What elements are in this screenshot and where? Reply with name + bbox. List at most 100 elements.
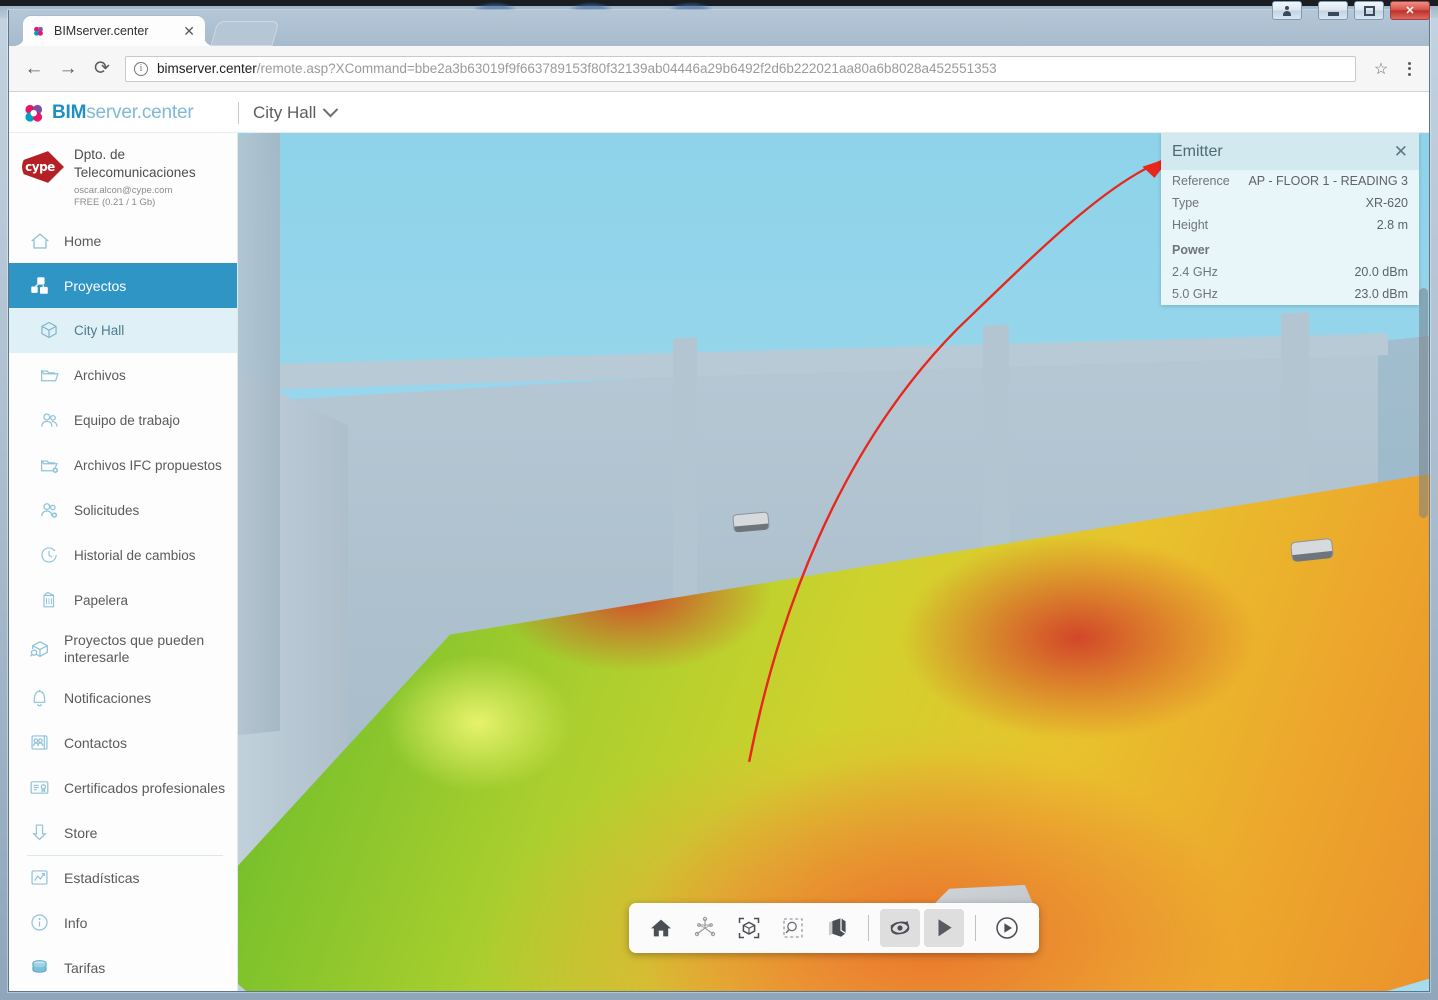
building-left-column [238,133,280,736]
tab-close-icon[interactable]: ✕ [181,24,197,38]
browser-tab[interactable]: BIMserver.center ✕ [14,16,214,46]
sidebar-item-label: Archivos IFC propuestos [74,458,222,474]
avatar-label: cype [25,160,55,174]
orbit-button[interactable] [879,909,920,947]
chart-icon [29,867,51,889]
application-root: BIMserver.center City Hall cype Dpto. de… [9,93,1429,991]
back-button[interactable]: ← [19,54,49,84]
toolbar-divider [974,915,976,941]
emitter-row-24ghz: 2.4 GHz 20.0 dBm [1161,261,1419,283]
account-block[interactable]: cype Dpto. de Telecomunicaciones oscar.a… [9,133,237,218]
brand-logo[interactable]: BIMserver.center [9,102,238,124]
bookmark-star-icon[interactable]: ☆ [1366,54,1396,84]
project-selector[interactable]: City Hall [253,101,339,123]
sidebar-item-label: Equipo de trabajo [74,413,180,429]
reload-button[interactable]: ⟳ [87,54,117,84]
window-user-button[interactable] [1272,1,1302,20]
emitter-row-value: 2.8 m [1376,218,1408,232]
address-bar[interactable]: i bimserver.center/remote.asp?XCommand=b… [125,55,1356,82]
viewer-scrollbar[interactable] [1418,133,1429,991]
emitter-row-key: 2.4 GHz [1172,265,1218,279]
sidebar-item-label: Contactos [64,734,128,751]
window-maximize-button[interactable] [1354,1,1384,20]
contacts-icon [29,732,51,754]
emitter-row-value: 23.0 dBm [1354,287,1408,301]
url-path: /remote.asp?XCommand=bbe2a3b63019f9f6637… [256,61,997,76]
select-cursor-button[interactable] [923,909,964,947]
emitter-info-panel[interactable]: Emitter ✕ Reference AP - FLOOR 1 - READI… [1161,133,1419,305]
fit-to-view-button[interactable] [729,909,769,947]
zoom-window-button[interactable] [773,909,813,947]
header-divider [238,101,239,124]
os-window-frame: ✕ BIMserver.center ✕ ← → ⟳ i bimserver.c… [0,0,1438,1000]
sidebar-divider [27,854,223,856]
cube-search-icon [29,638,51,660]
access-point-device-wall-left[interactable] [732,511,770,533]
clock-icon [39,545,61,567]
sidebar-item-home[interactable]: Home [9,218,237,263]
emitter-row-key: 5.0 GHz [1172,287,1218,301]
browser-menu-icon[interactable] [1400,61,1419,76]
section-layers-button[interactable] [817,909,857,947]
sidebar-nav: Home Proyectos City Hall Archivos Equipo… [9,218,237,990]
forward-button[interactable]: → [53,54,83,84]
window-minimize-button[interactable] [1318,1,1348,20]
play-animation-button[interactable] [987,909,1027,947]
sidebar-item-historial-de-cambios[interactable]: Historial de cambios [9,533,237,578]
coins-icon [29,957,51,979]
sidebar: cype Dpto. de Telecomunicaciones oscar.a… [9,133,238,991]
sidebar-item-proyectos-que-pueden-interesarle[interactable]: Proyectos que pueden interesarle [9,623,237,675]
sidebar-item-store[interactable]: Store [9,810,237,855]
sidebar-item-proyectos[interactable]: Proyectos [9,263,237,309]
avatar: cype [21,145,65,189]
close-icon[interactable]: ✕ [1394,143,1408,160]
sidebar-item-label: Historial de cambios [74,548,196,564]
emitter-panel-title: Emitter [1172,142,1223,160]
project-selector-label: City Hall [253,102,317,122]
axes-button[interactable] [685,909,725,947]
emitter-row-value: 20.0 dBm [1354,265,1408,279]
new-tab-placeholder[interactable] [210,21,280,46]
emitter-row-value: XR-620 [1365,196,1408,210]
sidebar-item-certificados-profesionales[interactable]: Certificados profesionales [9,765,237,810]
sidebar-item-archivos[interactable]: Archivos [9,353,237,398]
emitter-row-key: Type [1172,196,1200,210]
emitter-panel-header: Emitter ✕ [1161,133,1419,170]
user-add-icon [39,500,61,522]
brand-bold: BIM [52,101,87,123]
chevron-down-icon [323,101,339,118]
viewer-scrollbar-thumb[interactable] [1419,288,1428,518]
sidebar-item-label: Solicitudes [74,503,140,519]
cube-icon [39,320,61,342]
window-close-button[interactable]: ✕ [1390,1,1430,20]
sidebar-item-papelera[interactable]: Papelera [9,578,237,623]
sidebar-item-notificaciones[interactable]: Notificaciones [9,675,237,720]
emitter-section-power: Power [1161,236,1419,261]
sidebar-item-equipo-de-trabajo[interactable]: Equipo de trabajo [9,398,237,443]
emitter-row-key: Reference [1172,174,1230,188]
browser-tab-title: BIMserver.center [54,24,149,38]
sidebar-item-label: City Hall [74,323,125,339]
sidebar-item-archivos-ifc-propuestos[interactable]: Archivos IFC propuestos [9,443,237,488]
window-controls: ✕ [1272,1,1430,20]
sidebar-item-solicitudes[interactable]: Solicitudes [9,488,237,533]
model-viewer[interactable]: Emitter ✕ Reference AP - FLOOR 1 - READI… [238,133,1429,991]
bimserver-favicon-icon [31,23,46,39]
sidebar-item-contactos[interactable]: Contactos [9,720,237,765]
viewer-toolbar [628,903,1039,953]
sidebar-item-tarifas[interactable]: Tarifas [9,945,237,990]
folder-add-icon [39,455,61,477]
home-view-button[interactable] [641,909,681,947]
certificate-icon [29,777,51,799]
sidebar-item-city-hall[interactable]: City Hall [9,308,237,354]
bell-icon [29,687,51,709]
home-icon [29,230,51,252]
sidebar-item-label: Notificaciones [64,689,152,706]
sidebar-item-info[interactable]: Info [9,900,237,945]
sidebar-item-label: Store [64,824,98,841]
sidebar-item-label: Estadísticas [64,869,140,886]
account-plan: FREE (0.21 / 1 Gb) [74,197,156,209]
sidebar-item-estadisticas[interactable]: Estadísticas [9,855,237,900]
site-info-icon[interactable]: i [134,61,148,76]
emitter-row-value: AP - FLOOR 1 - READING 3 [1248,174,1408,188]
